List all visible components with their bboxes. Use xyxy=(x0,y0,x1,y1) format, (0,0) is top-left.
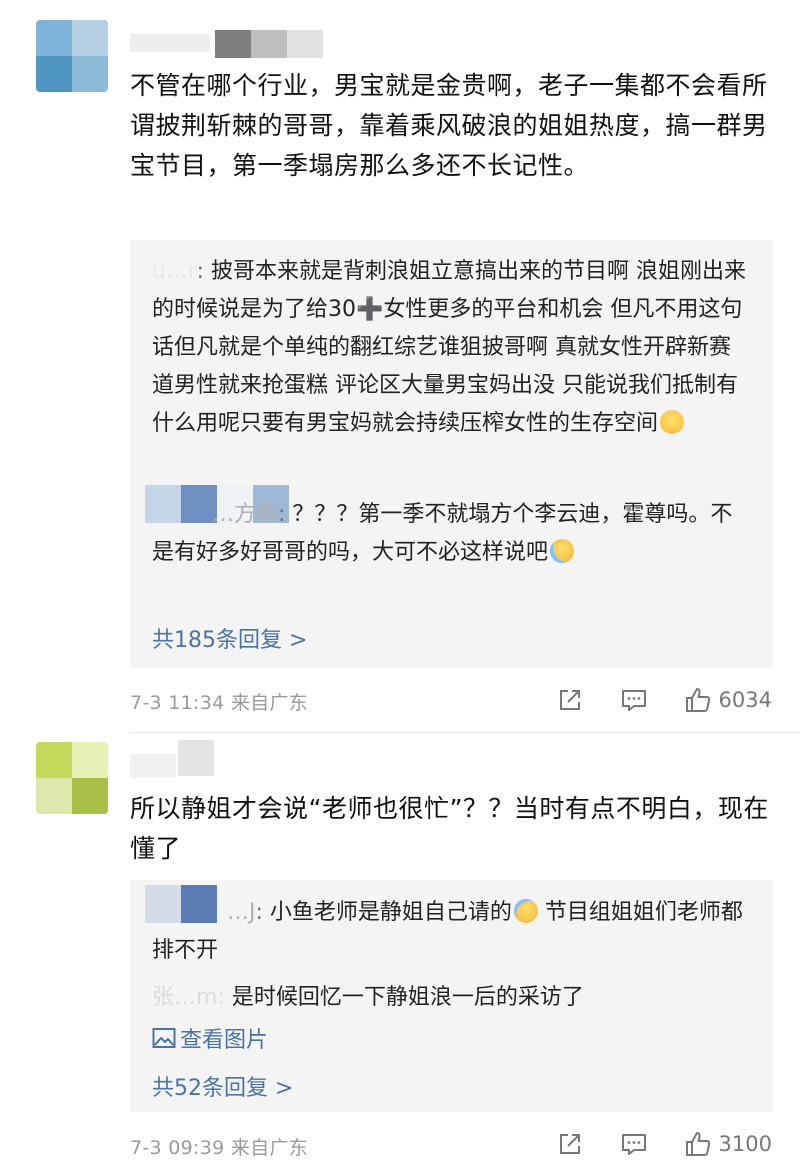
comment-icon[interactable] xyxy=(619,1129,649,1159)
reply-username[interactable]: u…r xyxy=(152,259,197,284)
reply-item[interactable]: …J: 小鱼老师是静姐自己请的 节目组姐姐们老师都排不开 xyxy=(152,894,752,970)
reply-username[interactable]: 张…m xyxy=(152,985,217,1010)
smiling-face-emoji xyxy=(660,410,685,434)
reply-text: 披哥本来就是背刺浪姐立意搞出来的节目啊 浪姐刚出来的时候说是为了给30➕女性更多… xyxy=(152,259,747,436)
share-icon[interactable] xyxy=(555,685,585,715)
reply-item[interactable]: 张…m: 是时候回忆一下静姐浪一后的采访了 xyxy=(152,979,752,1017)
reply-text: 是时候回忆一下静姐浪一后的采访了 xyxy=(231,985,584,1010)
comment-icon[interactable] xyxy=(619,685,649,715)
reply-username[interactable]: …J xyxy=(152,900,256,925)
divider xyxy=(130,732,800,733)
reply-username[interactable]: …方森 xyxy=(152,502,278,527)
like-count: 3100 xyxy=(718,1132,772,1156)
comment-text: 所以静姐才会说“老师也很忙”？？当时有点不明白，现在懂了 xyxy=(130,794,769,863)
reply-box[interactable]: …J: 小鱼老师是静姐自己请的 节目组姐姐们老师都排不开 张…m: 是时候回忆一… xyxy=(130,880,773,1112)
avatar[interactable] xyxy=(36,742,108,814)
share-icon[interactable] xyxy=(555,1129,585,1159)
reply-item[interactable]: …方森: ？？？第一季不就塌方个李云迪，霍尊吗。不是有好多好哥哥的吗，大可不必这… xyxy=(152,496,752,572)
view-images-link[interactable]: 查看图片 xyxy=(152,1022,268,1054)
like-icon[interactable] xyxy=(683,1129,713,1159)
reply-box[interactable]: u…r: 披哥本来就是背刺浪姐立意搞出来的节目啊 浪姐刚出来的时候说是为了给30… xyxy=(130,240,773,668)
like-icon[interactable] xyxy=(683,685,713,715)
reply-item[interactable]: u…r: 披哥本来就是背刺浪姐立意搞出来的节目啊 浪姐刚出来的时候说是为了给30… xyxy=(152,253,752,443)
sweat-face-emoji xyxy=(550,539,575,563)
comment-text: 不管在哪个行业，男宝就是金贵啊，老子一集都不会看所谓披荆斩棘的哥哥，靠着乘风破浪… xyxy=(130,71,768,180)
crying-face-emoji xyxy=(513,899,538,923)
comment-meta: 7-3 11:34 来自广东 xyxy=(130,692,309,714)
comment-actions: 3100 xyxy=(555,1129,772,1159)
reply-text: 小鱼老师是静姐自己请的 xyxy=(269,900,512,925)
username-blurred[interactable] xyxy=(130,30,323,58)
username-blurred[interactable] xyxy=(130,740,220,778)
more-replies-link[interactable]: 共185条回复 > xyxy=(152,622,307,654)
view-images-label: 查看图片 xyxy=(180,1028,269,1053)
comment-meta: 7-3 09:39 来自广东 xyxy=(130,1137,309,1159)
image-icon xyxy=(152,1028,176,1048)
comment-actions: 6034 xyxy=(555,685,772,715)
more-replies-link[interactable]: 共52条回复 > xyxy=(152,1070,293,1102)
avatar[interactable] xyxy=(36,20,108,92)
like-count: 6034 xyxy=(718,688,772,712)
